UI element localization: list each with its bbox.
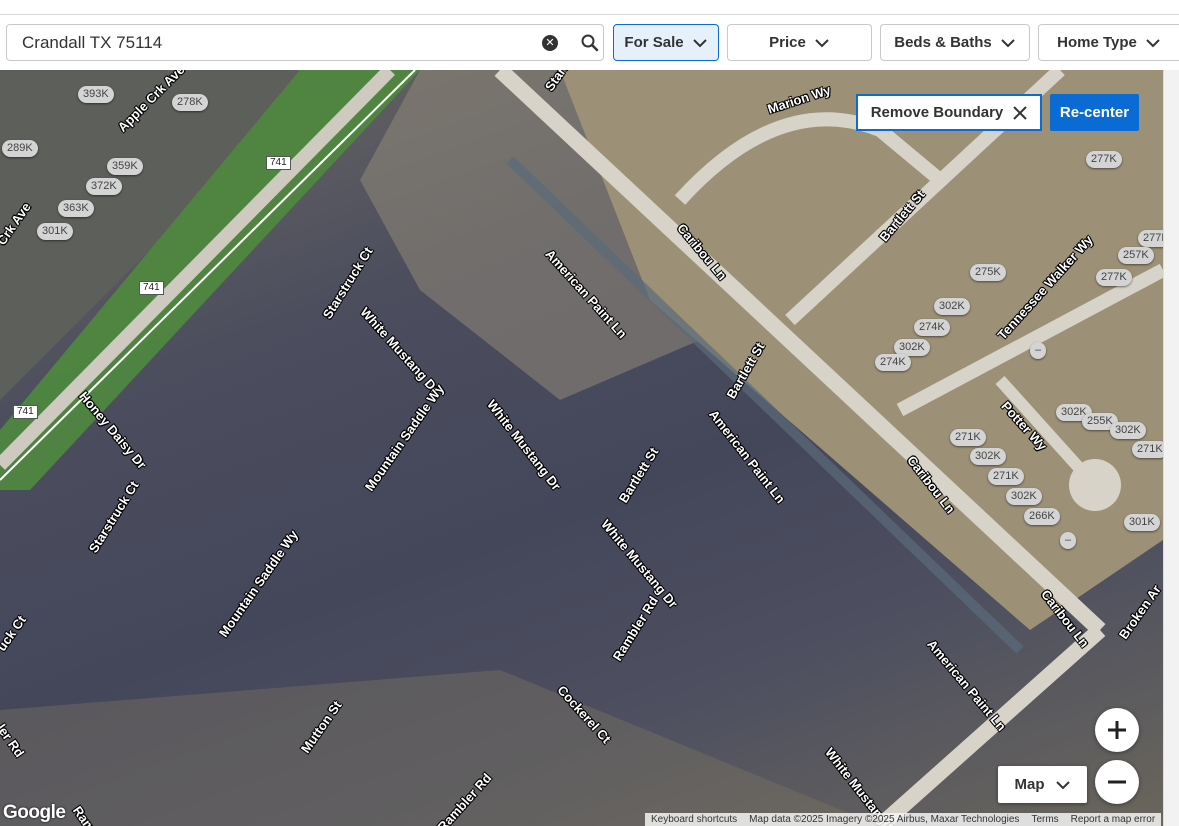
price-pin[interactable]: 393K — [78, 86, 114, 103]
beds-baths-filter-label: Beds & Baths — [894, 34, 992, 51]
chevron-down-icon — [815, 38, 829, 47]
chevron-down-icon — [1001, 38, 1015, 47]
price-pin[interactable]: 274K — [914, 319, 950, 336]
price-pin[interactable]: 266K — [1024, 508, 1060, 525]
for-sale-filter-label: For Sale — [624, 34, 684, 51]
for-sale-filter-button[interactable]: For Sale — [613, 24, 719, 61]
top-filter-bar: ✕ For Sale Price Beds & Baths Home Type — [0, 0, 1179, 70]
price-pin[interactable]: 302K — [970, 448, 1006, 465]
recenter-button[interactable]: Re-center — [1050, 94, 1139, 131]
price-pin[interactable]: 372K — [86, 178, 122, 195]
highway-741-shield: 741 — [139, 281, 164, 295]
cul-de-sac — [1069, 459, 1121, 511]
keyboard-shortcuts-link[interactable]: Keyboard shortcuts — [645, 813, 743, 826]
clear-search-icon[interactable]: ✕ — [542, 35, 558, 51]
zoom-in-button[interactable] — [1095, 708, 1139, 752]
price-pin[interactable]: 277K — [1086, 151, 1122, 168]
price-pin[interactable]: 289K — [2, 140, 38, 157]
highway-741-shield: 741 — [13, 405, 38, 419]
price-pin[interactable]: 257K — [1118, 247, 1154, 264]
price-pin[interactable]: 271K — [988, 468, 1024, 485]
map-attribution: Keyboard shortcuts Map data ©2025 Imager… — [645, 813, 1162, 826]
price-pin[interactable]: 278K — [172, 94, 208, 111]
chevron-down-icon — [692, 38, 707, 47]
price-pin[interactable]: 271K — [950, 429, 986, 446]
close-icon — [1013, 105, 1027, 120]
home-type-filter-button[interactable]: Home Type — [1038, 24, 1179, 61]
satellite-map[interactable]: 393K 278K 289K 359K 372K 363K 301K 277K … — [0, 70, 1163, 826]
chevron-down-icon — [1055, 780, 1070, 789]
remove-boundary-label: Remove Boundary — [870, 104, 1004, 121]
price-filter-button[interactable]: Price — [727, 24, 872, 61]
report-map-error-link[interactable]: Report a map error — [1065, 813, 1161, 826]
price-filter-label: Price — [769, 34, 806, 51]
price-pin[interactable]: 302K — [934, 298, 970, 315]
terms-link[interactable]: Terms — [1025, 813, 1064, 826]
chevron-down-icon — [1146, 38, 1160, 47]
price-pin[interactable]: – — [1060, 532, 1077, 549]
location-search-input[interactable] — [22, 32, 522, 54]
price-pin[interactable]: 363K — [58, 200, 94, 217]
beds-baths-filter-button[interactable]: Beds & Baths — [880, 24, 1030, 61]
price-pin[interactable]: 359K — [107, 158, 143, 175]
price-pin[interactable]: 271K — [1132, 441, 1163, 458]
search-icon[interactable] — [580, 33, 600, 53]
page-scrollbar[interactable] — [1163, 70, 1179, 826]
price-pin[interactable]: 275K — [970, 264, 1006, 281]
recenter-label: Re-center — [1059, 104, 1130, 121]
price-pin[interactable]: 274K — [875, 354, 911, 371]
zoom-out-button[interactable] — [1095, 760, 1139, 804]
plus-icon — [1108, 721, 1126, 739]
price-pin[interactable]: 302K — [1006, 488, 1042, 505]
location-search-box: ✕ — [6, 24, 604, 61]
map-type-button[interactable]: Map — [998, 766, 1087, 803]
dirt-track — [0, 670, 880, 826]
map-type-label: Map — [1014, 776, 1045, 793]
home-type-filter-label: Home Type — [1057, 34, 1137, 51]
price-pin[interactable]: 277K — [1096, 269, 1132, 286]
price-pin[interactable]: 277K — [1138, 230, 1163, 247]
price-pin[interactable]: 301K — [1124, 514, 1160, 531]
top-divider — [0, 14, 1179, 15]
remove-boundary-button[interactable]: Remove Boundary — [856, 94, 1042, 131]
price-pin[interactable]: 301K — [37, 223, 73, 240]
map-data-credit: Map data ©2025 Imagery ©2025 Airbus, Max… — [749, 814, 1020, 825]
price-pin[interactable]: 302K — [1110, 422, 1146, 439]
minus-icon — [1108, 780, 1126, 784]
highway-741-shield: 741 — [266, 156, 291, 170]
price-pin[interactable]: – — [1030, 342, 1047, 359]
google-logo: Google — [3, 802, 66, 823]
